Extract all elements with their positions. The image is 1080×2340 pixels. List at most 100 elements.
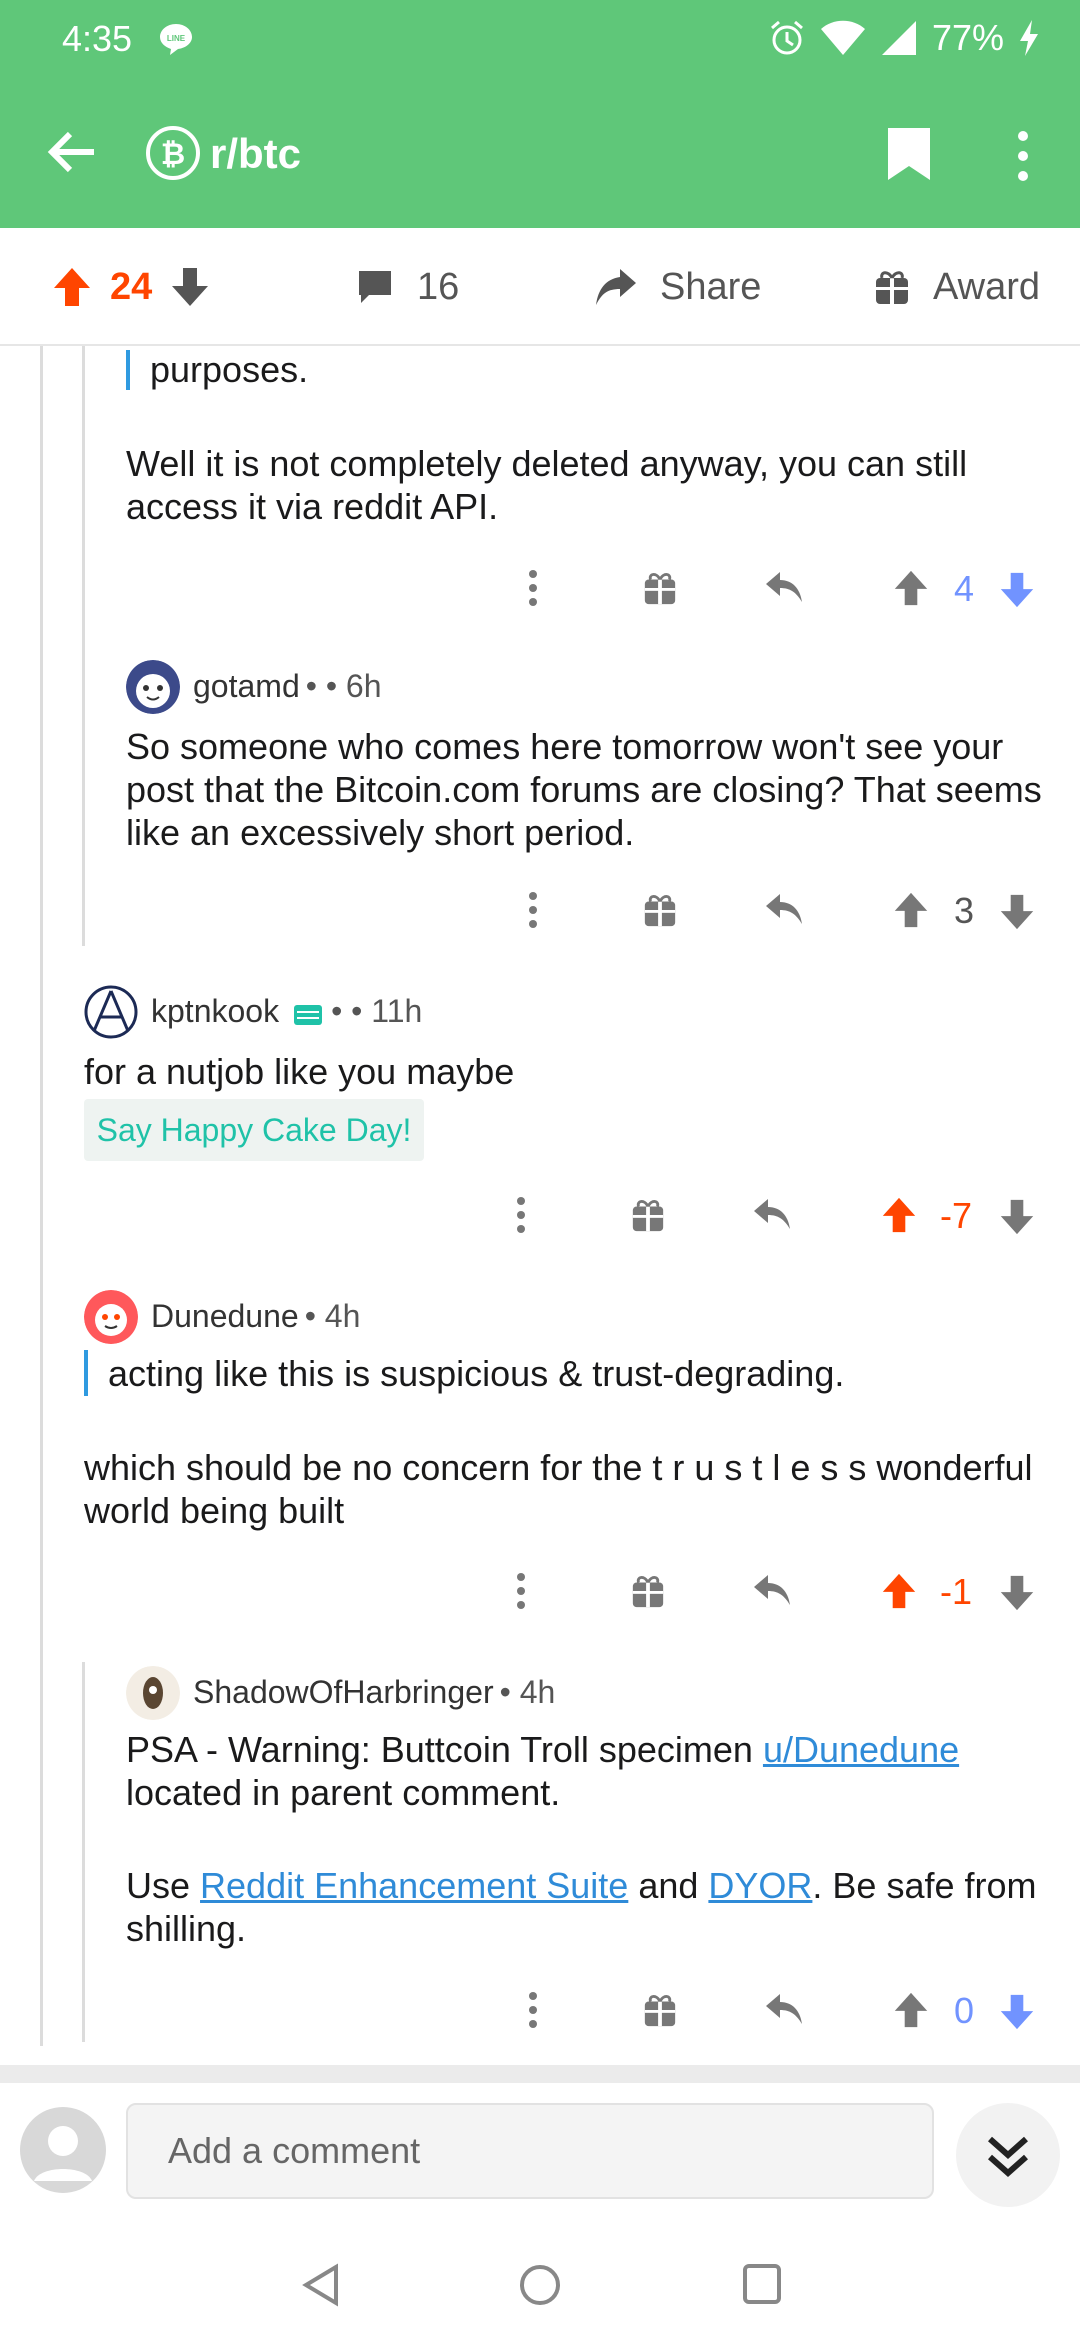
- comment-actions: 0: [0, 1980, 1080, 2040]
- reply-icon[interactable]: [764, 570, 804, 606]
- comments-count: 16: [417, 265, 460, 308]
- nav-back-icon[interactable]: [300, 2263, 340, 2307]
- comment-body: which should be no concern for the t r u…: [84, 1447, 1033, 1531]
- upvote-icon[interactable]: [52, 266, 92, 308]
- reply-icon[interactable]: [764, 1992, 804, 2028]
- award-label: Award: [933, 265, 1041, 308]
- reply-icon[interactable]: [752, 1573, 792, 1609]
- comment-body: So someone who comes here tomorrow won't…: [126, 726, 1042, 853]
- add-comment-placeholder: Add a comment: [168, 2130, 421, 2171]
- comment-actions: -7: [0, 1185, 1080, 1245]
- comment-text-part: PSA - Warning: Buttcoin Troll specimen: [126, 1729, 763, 1770]
- comment-actions: 3: [0, 880, 1080, 940]
- avatar[interactable]: [126, 1666, 180, 1720]
- svg-text:₿: ₿: [161, 138, 185, 171]
- downvote-icon[interactable]: [999, 1573, 1035, 1613]
- gift-icon[interactable]: [630, 1197, 666, 1233]
- gift-icon[interactable]: [642, 1992, 678, 2028]
- gift-icon[interactable]: [642, 570, 678, 606]
- comment-author[interactable]: ShadowOfHarbringer: [193, 1674, 494, 1711]
- post-score: 24: [110, 265, 153, 308]
- user-link[interactable]: u/Dunedune: [763, 1729, 959, 1770]
- bookmark-icon[interactable]: [884, 126, 934, 182]
- comment-score: -1: [940, 1571, 973, 1612]
- upvote-icon[interactable]: [881, 1571, 917, 1611]
- more-options-icon[interactable]: [513, 1561, 529, 1621]
- downvote-icon[interactable]: [999, 892, 1035, 932]
- more-options-icon[interactable]: [525, 558, 541, 618]
- quote-bar: [126, 350, 130, 390]
- upvote-icon[interactable]: [881, 1195, 917, 1235]
- comment-age: • 4h: [304, 1298, 361, 1334]
- downvote-icon[interactable]: [999, 1197, 1035, 1237]
- avatar[interactable]: [126, 660, 180, 714]
- subreddit-name[interactable]: r/btc: [210, 130, 301, 178]
- more-options-icon[interactable]: [525, 880, 541, 940]
- downvote-icon[interactable]: [999, 1992, 1035, 2032]
- comment-text-part: located in parent comment.: [126, 1772, 561, 1813]
- comment-score: 3: [954, 890, 975, 931]
- meta-separator: •: [331, 993, 343, 1029]
- more-options-icon[interactable]: [525, 1980, 541, 2040]
- comment-text-part: Use: [126, 1865, 201, 1906]
- share-label: Share: [660, 265, 762, 308]
- downvote-icon[interactable]: [170, 266, 210, 308]
- comment-score: -7: [940, 1195, 973, 1236]
- user-avatar[interactable]: [20, 2107, 106, 2193]
- comment-meta: kptnkook • • 11h: [151, 993, 422, 1030]
- gift-icon[interactable]: [630, 1573, 666, 1609]
- thread-line-level2[interactable]: [82, 346, 85, 946]
- avatar[interactable]: [84, 985, 138, 1039]
- quote-bar: [84, 1350, 88, 1396]
- comment-actions: 4: [0, 558, 1080, 618]
- comment-text-part: and: [628, 1865, 709, 1906]
- nav-home-icon[interactable]: [518, 2263, 562, 2307]
- upvote-icon[interactable]: [893, 1990, 929, 2030]
- upvote-icon[interactable]: [893, 568, 929, 608]
- reply-icon[interactable]: [752, 1197, 792, 1233]
- more-options-icon[interactable]: [1006, 128, 1040, 184]
- comment-author[interactable]: kptnkook: [151, 993, 279, 1030]
- comment-body: Well it is not completely deleted anyway…: [126, 443, 968, 527]
- comments-button[interactable]: 16: [355, 228, 459, 346]
- user-placeholder-icon: [34, 2126, 92, 2181]
- comment-score: 0: [954, 1990, 975, 2031]
- upvote-icon[interactable]: [893, 890, 929, 930]
- bitcoin-subreddit-icon[interactable]: ₿: [145, 125, 201, 181]
- comment-author[interactable]: Dunedune: [151, 1298, 299, 1335]
- comment-score: 4: [954, 568, 975, 609]
- post-action-bar: 24 16 Share Award: [0, 228, 1080, 346]
- nav-recents-icon[interactable]: [742, 2263, 782, 2305]
- gift-icon[interactable]: [642, 892, 678, 928]
- reply-icon[interactable]: [764, 892, 804, 928]
- award-button[interactable]: Award: [873, 228, 1040, 346]
- more-options-icon[interactable]: [513, 1185, 529, 1245]
- comment-age: • 11h: [351, 993, 423, 1029]
- battery-percent: 77%: [931, 17, 1004, 58]
- downvote-icon[interactable]: [999, 570, 1035, 610]
- add-comment-input[interactable]: Add a comment: [126, 2103, 934, 2199]
- system-nav-bar: [0, 2223, 1080, 2340]
- cake-day-icon: [294, 1004, 323, 1025]
- comment-age: • 4h: [499, 1674, 556, 1710]
- dyor-link[interactable]: DYOR: [708, 1865, 812, 1906]
- avatar[interactable]: [84, 1290, 138, 1344]
- share-icon: [596, 269, 636, 305]
- divider: [0, 2065, 1080, 2083]
- comment-meta: gotamd • • 6h: [193, 668, 382, 705]
- jump-to-next-button[interactable]: [956, 2103, 1060, 2207]
- alarm-icon: [770, 20, 803, 55]
- wifi-icon: [820, 20, 865, 55]
- quote-text: purposes.: [150, 349, 309, 390]
- line-app-icon: LINE: [160, 24, 192, 55]
- res-link[interactable]: Reddit Enhancement Suite: [200, 1865, 628, 1906]
- comment-author[interactable]: gotamd: [193, 668, 300, 705]
- back-arrow-icon[interactable]: [44, 124, 100, 180]
- svg-text:LINE: LINE: [167, 34, 186, 43]
- share-button[interactable]: Share: [594, 228, 761, 346]
- comment-body-paragraph: Use Reddit Enhancement Suite and DYOR. B…: [126, 1864, 1056, 1950]
- comment-body: for a nutjob like you maybe: [84, 1051, 515, 1092]
- cake-day-button[interactable]: Say Happy Cake Day!: [84, 1099, 424, 1161]
- comment-composer: Add a comment: [0, 2083, 1080, 2223]
- comment-body: PSA - Warning: Buttcoin Troll specimen u…: [126, 1728, 1056, 1814]
